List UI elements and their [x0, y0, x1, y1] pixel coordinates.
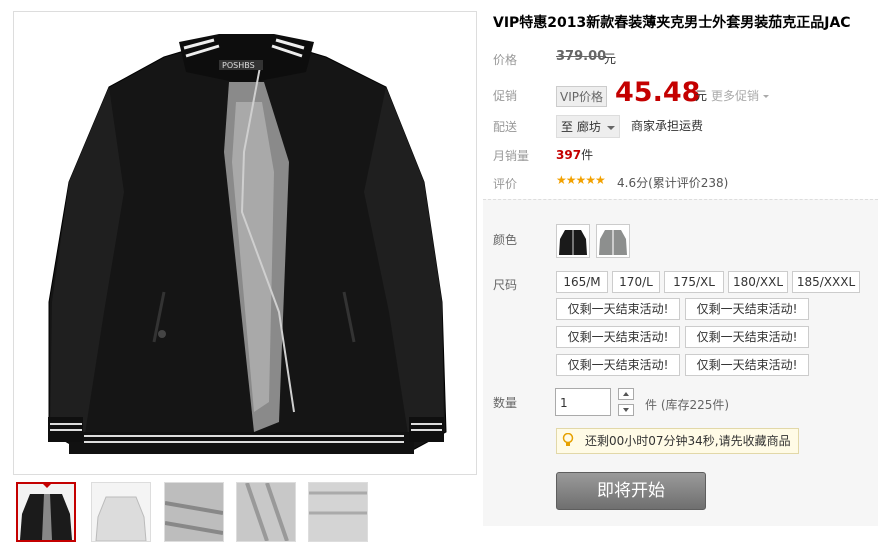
thumb-jacket-white: [92, 483, 150, 541]
size-option[interactable]: 165/M: [556, 271, 608, 293]
color-swatch-gray[interactable]: [596, 224, 630, 258]
rating-score[interactable]: 4.6分(累计评价238): [617, 174, 728, 191]
rating-label: 评价: [493, 177, 518, 191]
color-swatch-black[interactable]: [556, 224, 590, 258]
monthly-sales-label: 月销量: [493, 149, 530, 163]
quantity-increase-button[interactable]: [618, 388, 634, 400]
more-promos-label: 更多促销: [711, 89, 760, 103]
coming-soon-button[interactable]: 即将开始: [556, 472, 706, 510]
size-label: 尺码: [493, 278, 518, 292]
quantity-input[interactable]: 1: [555, 388, 611, 416]
current-price-unit: 元: [695, 89, 708, 103]
thumbnail-3[interactable]: [164, 482, 224, 542]
stock-info: 件 (库存225件): [645, 398, 730, 412]
size-option[interactable]: 170/L: [612, 271, 660, 293]
promo-option[interactable]: 仅剩一天结束活动!: [685, 326, 809, 348]
shipping-label: 配送: [493, 120, 518, 134]
shipping-location-select[interactable]: 至 廊坊: [556, 115, 620, 138]
price-label: 价格: [493, 53, 518, 67]
thumbnail-4[interactable]: [236, 482, 296, 542]
jacket-image: POSHBS: [48, 34, 447, 454]
arrow-up-icon: [623, 392, 629, 396]
thumb-detail-3: [309, 483, 367, 541]
freight-info: 商家承担运费: [631, 119, 704, 133]
current-price: 45.48: [615, 77, 701, 108]
promo-option[interactable]: 仅剩一天结束活动!: [685, 354, 809, 376]
chevron-down-icon: [606, 125, 615, 130]
color-label: 颜色: [493, 233, 518, 247]
original-price-unit: 元: [604, 52, 617, 66]
main-product-image: POSHBS: [13, 11, 477, 475]
thumbnail-1[interactable]: [16, 482, 76, 542]
active-indicator-icon: [42, 484, 52, 488]
countdown-text: 还剩00小时07分钟34秒,请先收藏商品: [585, 434, 791, 448]
monthly-sales: 397件: [556, 146, 593, 163]
promo-option[interactable]: 仅剩一天结束活动!: [556, 326, 680, 348]
sales-count: 397: [556, 148, 582, 162]
size-option[interactable]: 175/XL: [664, 271, 724, 293]
original-price-value: 379.00: [556, 49, 607, 64]
sales-unit: 件: [581, 148, 594, 162]
arrow-down-icon: [623, 408, 629, 412]
thumbnail-5[interactable]: [308, 482, 368, 542]
chevron-down-icon: [762, 95, 769, 98]
jacket-gray-icon: [599, 230, 627, 255]
more-promos-link[interactable]: 更多促销: [711, 87, 769, 104]
promo-option[interactable]: 仅剩一天结束活动!: [556, 298, 680, 320]
svg-text:POSHBS: POSHBS: [222, 61, 255, 70]
promo-label: 促销: [493, 89, 518, 103]
jacket-black-icon: [559, 230, 587, 255]
thumb-detail-1: [165, 483, 223, 541]
lightbulb-icon: [562, 433, 574, 446]
thumb-detail-2: [237, 483, 295, 541]
thumbnail-2[interactable]: [91, 482, 151, 542]
quantity-label: 数量: [493, 396, 518, 410]
original-price: 379.00: [556, 49, 606, 64]
promo-option[interactable]: 仅剩一天结束活动!: [556, 354, 680, 376]
size-option[interactable]: 180/XXL: [728, 271, 788, 293]
size-option[interactable]: 185/XXXL: [792, 271, 860, 293]
product-title: VIP特惠2013新款春装薄夹克男士外套男装茄克正品JAC: [493, 15, 851, 31]
quantity-decrease-button[interactable]: [618, 404, 634, 416]
promo-option[interactable]: 仅剩一天结束活动!: [685, 298, 809, 320]
thumb-jacket-black: [20, 494, 72, 540]
vip-price-tag: VIP价格: [556, 86, 607, 107]
star-rating-icon: ★★★★★: [556, 173, 606, 187]
countdown-tip: 还剩00小时07分钟34秒,请先收藏商品: [556, 428, 799, 454]
shipping-location: 至 廊坊: [561, 120, 601, 134]
